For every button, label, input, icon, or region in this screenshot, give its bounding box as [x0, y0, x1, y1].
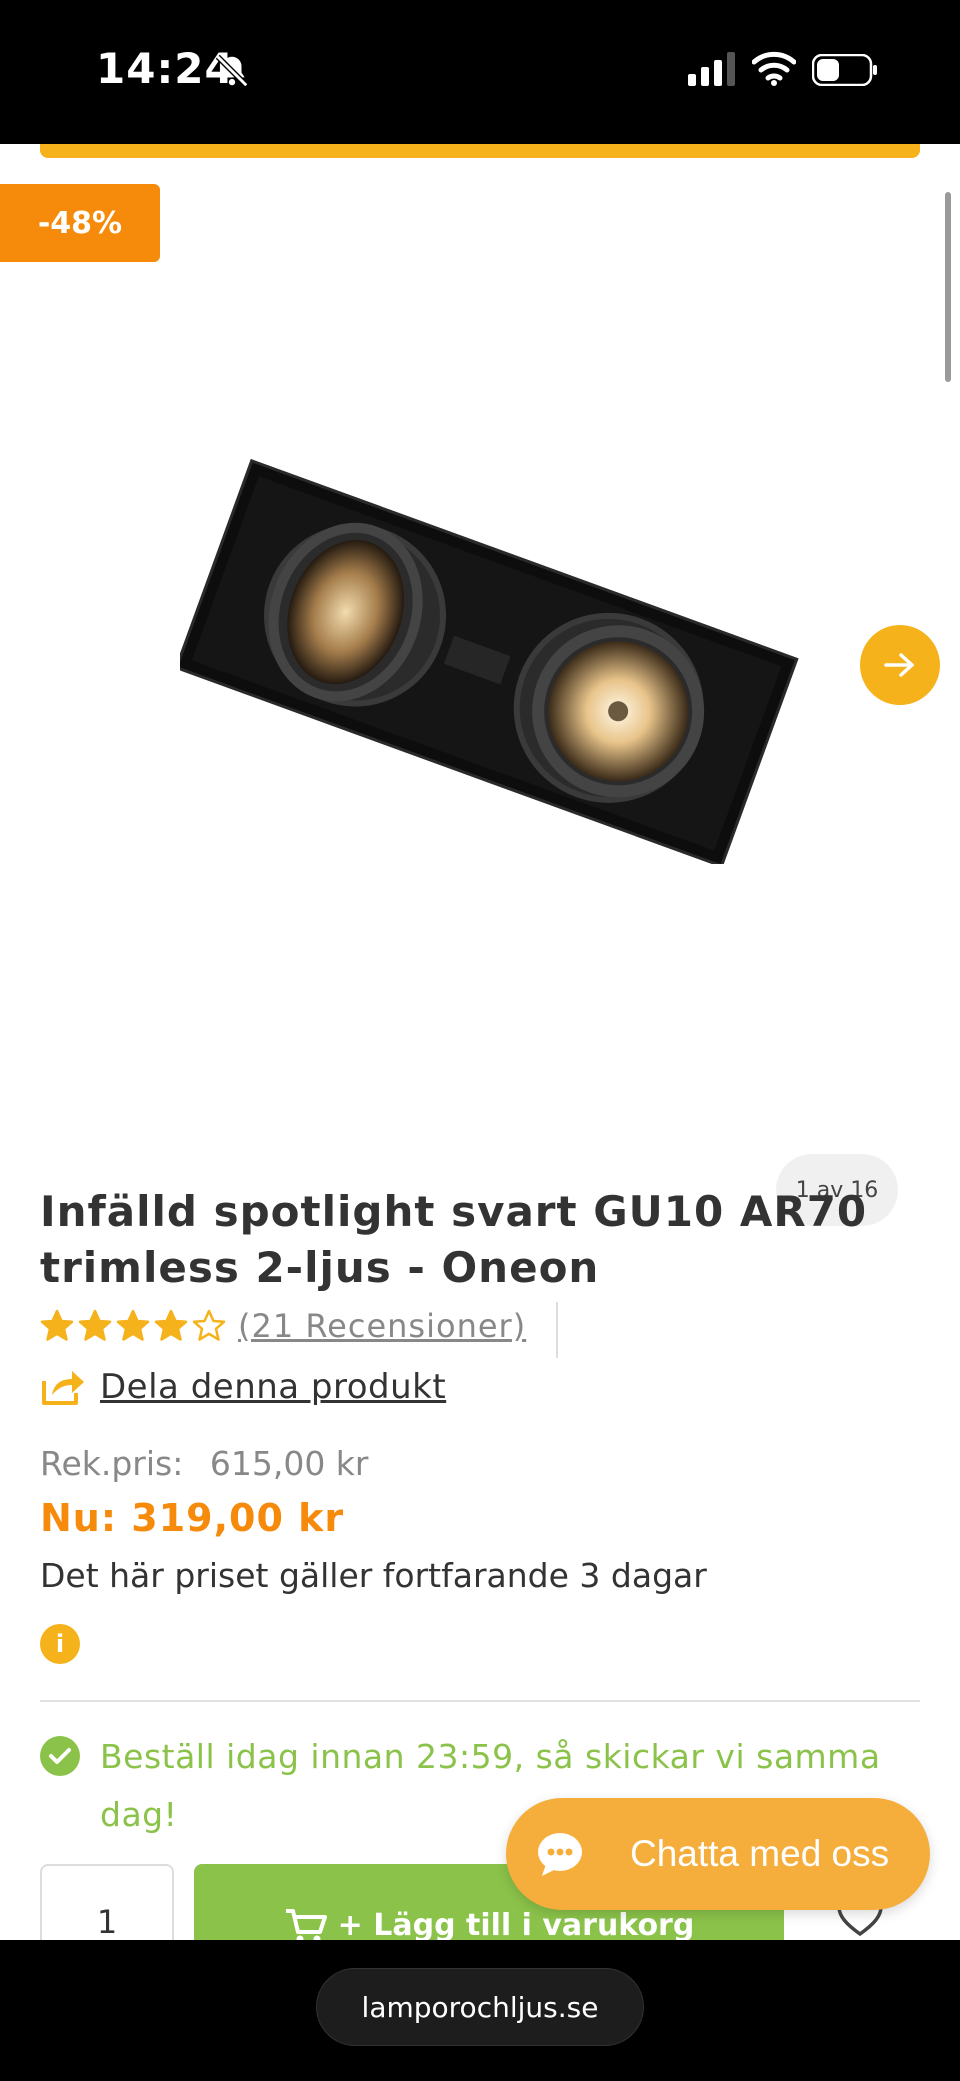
check-icon: [40, 1736, 80, 1776]
battery-icon: [812, 54, 877, 86]
status-bar: 14:24: [0, 0, 960, 144]
share-product-link[interactable]: Dela denna produkt: [40, 1362, 446, 1412]
rating-stars: [40, 1309, 226, 1343]
product-title: Infälld spotlight svart GU10 AR70 trimle…: [40, 1187, 868, 1292]
quantity-input[interactable]: 1: [40, 1864, 174, 1940]
header-accent-bar: [40, 144, 920, 158]
browser-bottom-bar: lamporochljus.se: [0, 1940, 960, 2081]
chat-button[interactable]: Chatta med oss: [506, 1798, 930, 1910]
cart-icon: [285, 1909, 327, 1940]
address-bar[interactable]: lamporochljus.se: [316, 1968, 644, 2046]
discount-badge: -48%: [0, 184, 160, 262]
add-to-cart-label: + Lägg till i varukorg: [337, 1908, 695, 1940]
scrollbar-thumb[interactable]: [945, 192, 951, 382]
recommended-price-value: 615,00 kr: [209, 1444, 369, 1483]
arrow-right-icon: [884, 653, 914, 677]
chat-bubble-icon: [538, 1833, 582, 1876]
divider: [556, 1302, 558, 1358]
star-outline-icon: [192, 1309, 226, 1341]
wifi-icon: [752, 51, 796, 86]
star-filled-icon: [116, 1309, 150, 1341]
current-price: Nu: 319,00 kr: [40, 1496, 345, 1540]
share-icon: [42, 1371, 84, 1405]
section-divider: [40, 1700, 920, 1702]
product-page: -48% 1 av 16 Infälld spotlight svart GU1…: [0, 144, 960, 1940]
recommended-price: Rek.pris: 615,00 kr: [40, 1444, 368, 1483]
product-image[interactable]: [180, 444, 800, 864]
star-filled-icon: [78, 1309, 112, 1341]
reviews-link[interactable]: (21 Recensioner): [238, 1307, 526, 1345]
next-image-button[interactable]: [860, 625, 940, 705]
share-label: Dela denna produkt: [100, 1367, 447, 1407]
chat-label: Chatta med oss: [630, 1833, 890, 1874]
price-validity-note: Det här priset gäller fortfarande 3 daga…: [40, 1556, 707, 1595]
info-icon[interactable]: i: [40, 1624, 80, 1664]
rating-row: (21 Recensioner): [40, 1304, 526, 1348]
star-filled-icon: [154, 1309, 188, 1341]
star-filled-icon: [40, 1309, 74, 1341]
bell-muted-icon: [215, 54, 249, 88]
recommended-price-label: Rek.pris:: [40, 1444, 184, 1483]
signal-icon: [688, 52, 735, 86]
